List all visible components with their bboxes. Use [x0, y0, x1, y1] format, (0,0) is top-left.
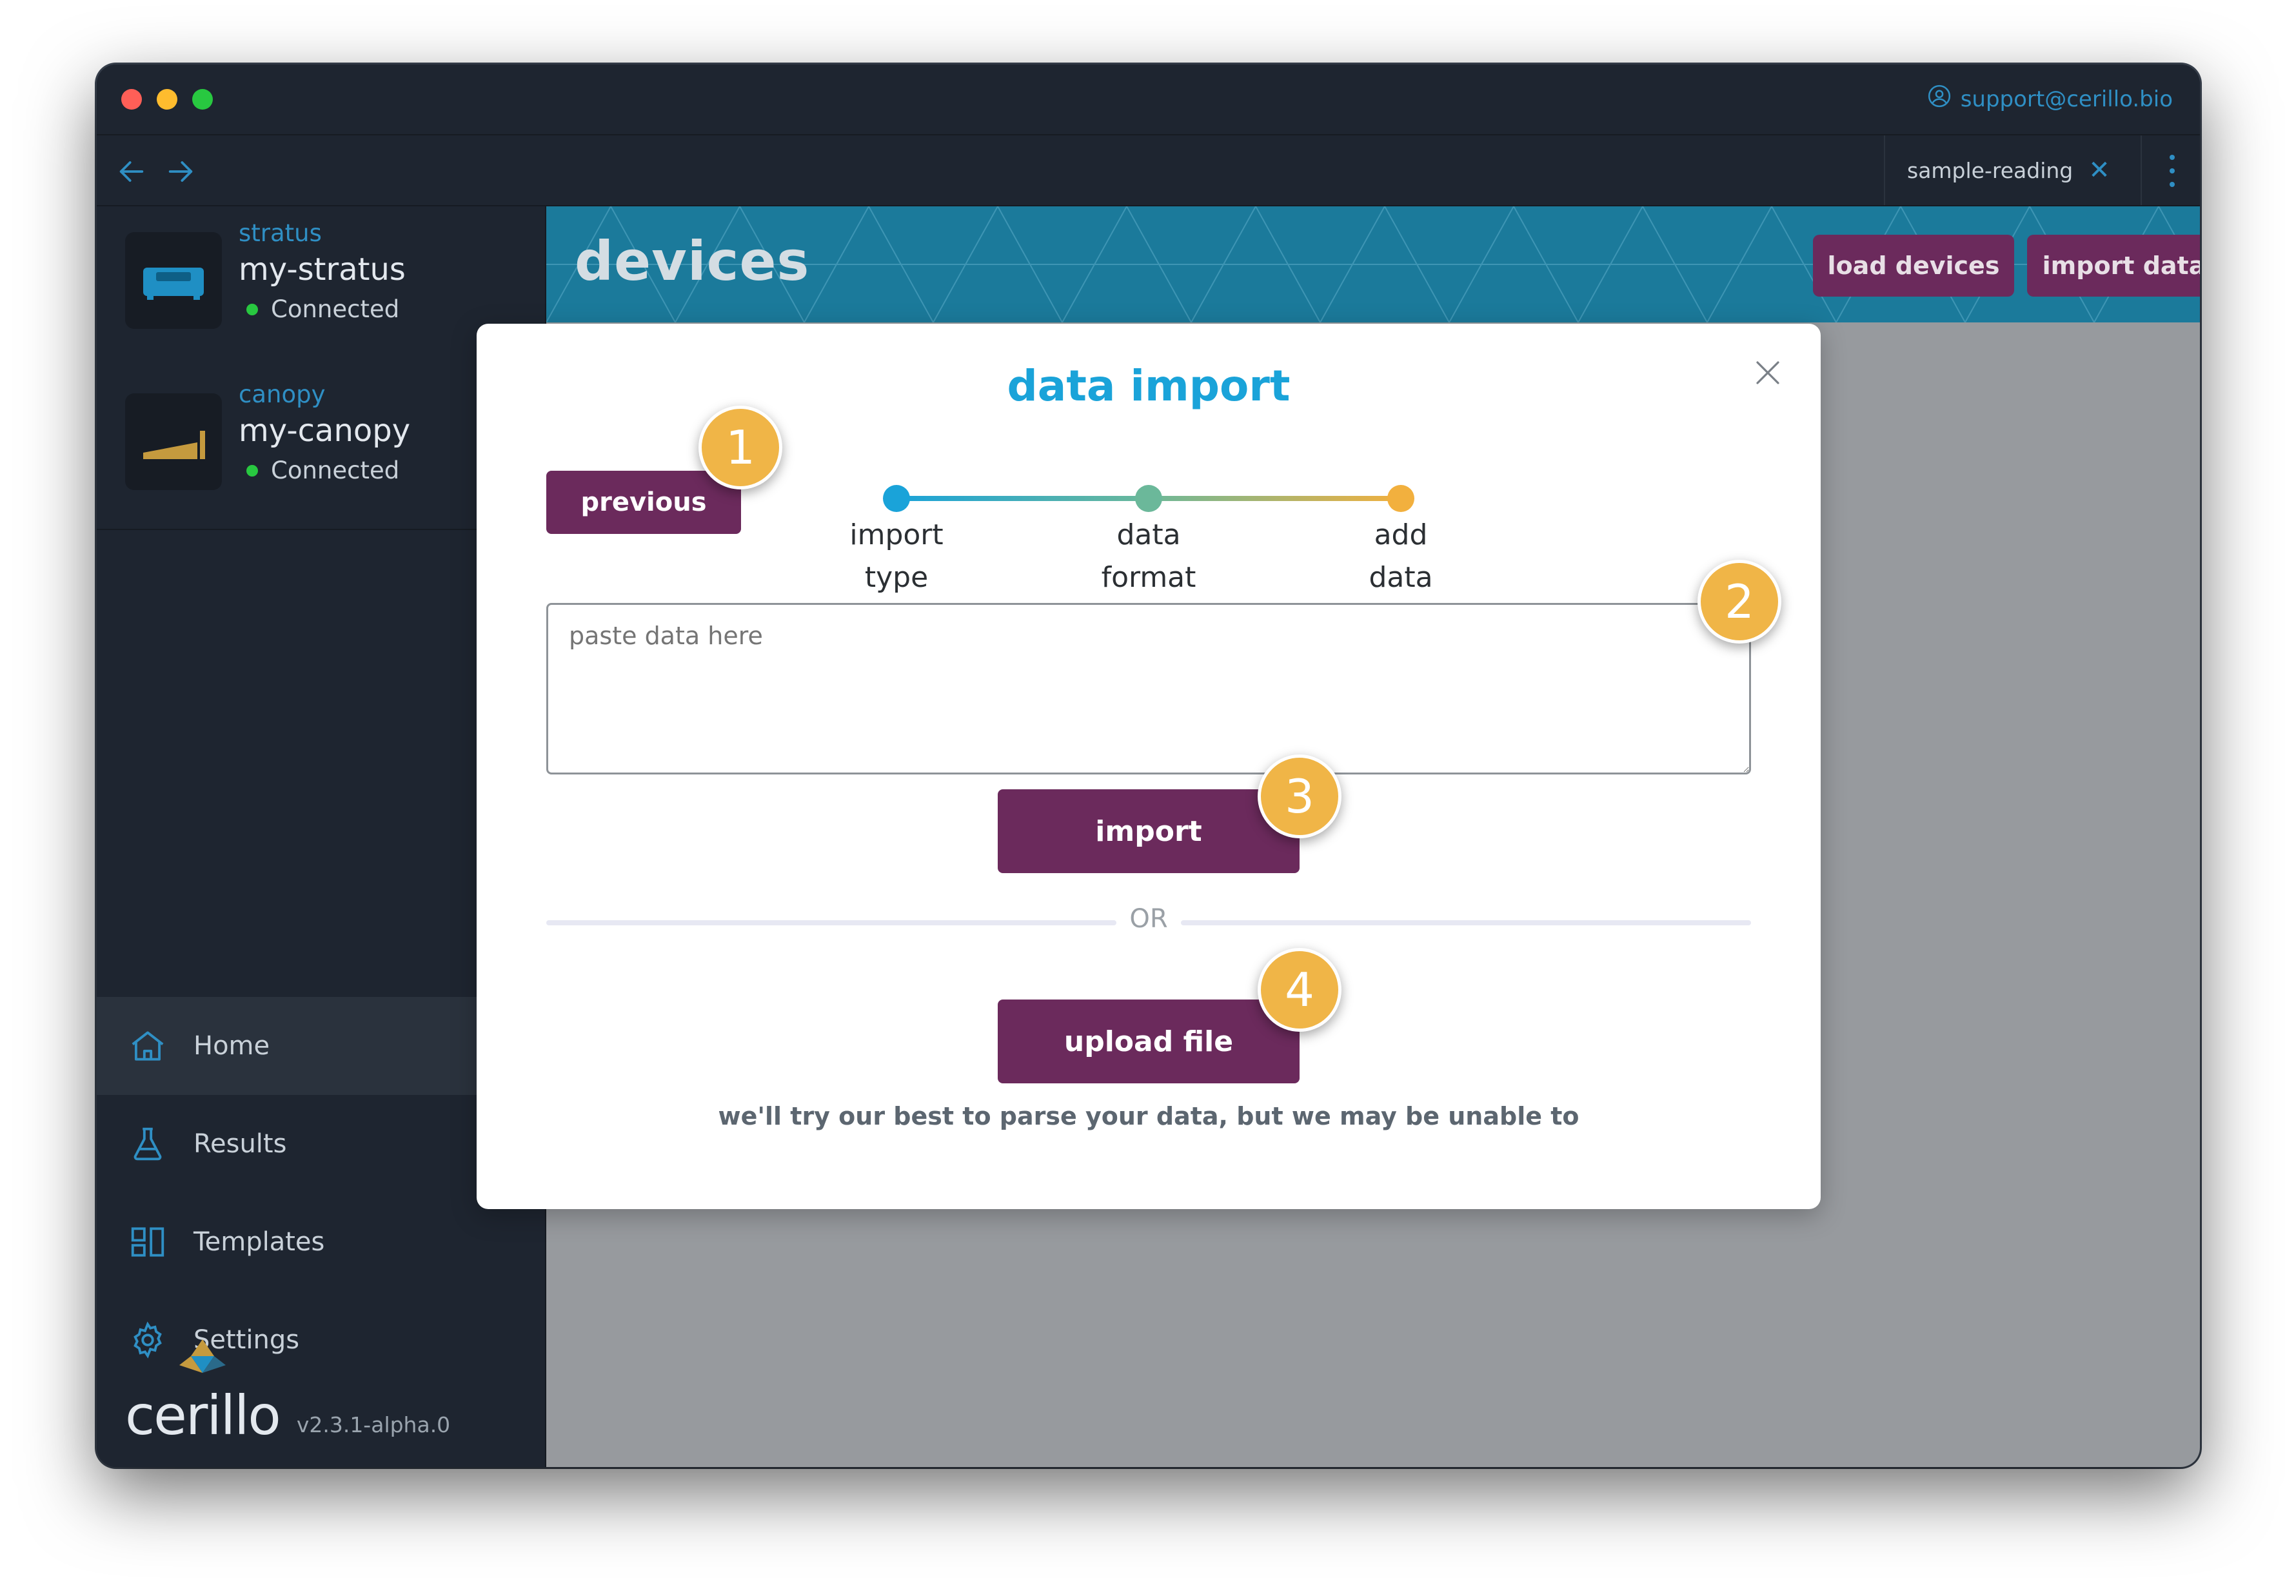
nav-bar: sample-reading ✕ — [97, 135, 2200, 206]
sidebar-item-label: Home — [193, 1031, 270, 1061]
logo-text: cerillo — [125, 1384, 281, 1447]
step-label-line1: add — [1374, 518, 1428, 551]
tab-sample-reading[interactable]: sample-reading ✕ — [1884, 135, 2142, 205]
parse-hint-text: we'll try our best to parse your data, b… — [718, 1102, 1579, 1130]
close-window-button[interactable] — [121, 89, 142, 110]
import-button[interactable]: import — [998, 789, 1300, 873]
device-status-text: Connected — [271, 457, 400, 484]
step-label-line1: import — [849, 518, 944, 551]
connected-dot-icon — [246, 464, 258, 477]
step-label-line1: data — [1116, 518, 1181, 551]
modal-title: data import — [1007, 361, 1291, 411]
step-dot-add-data[interactable] — [1387, 485, 1414, 512]
load-devices-button[interactable]: load devices — [1813, 235, 2014, 297]
device-name: my-stratus — [239, 251, 406, 288]
device-status: Connected — [239, 295, 399, 323]
device-status-text: Connected — [271, 295, 400, 323]
support-link[interactable]: support@cerillo.bio — [1927, 84, 2173, 114]
step-label-line2: format — [1101, 561, 1196, 594]
step-label-data-format: data format — [1065, 514, 1232, 599]
paste-data-textarea[interactable] — [546, 603, 1751, 774]
stratus-device-icon — [125, 232, 222, 329]
home-icon — [132, 1031, 164, 1061]
step-dot-data-format[interactable] — [1135, 485, 1162, 512]
user-circle-icon — [1927, 84, 1952, 114]
device-name: my-canopy — [239, 413, 411, 449]
device-card-canopy[interactable]: canopy my-canopy Connected — [125, 374, 525, 509]
tab-label: sample-reading — [1907, 157, 2073, 183]
app-version: v2.3.1-alpha.0 — [296, 1412, 451, 1437]
flask-icon — [134, 1127, 162, 1161]
or-label: OR — [1129, 904, 1168, 934]
device-status: Connected — [239, 457, 399, 484]
more-options-icon[interactable] — [2162, 155, 2182, 187]
title-bar: support@cerillo.bio — [97, 64, 2200, 135]
forward-arrow-icon[interactable] — [163, 153, 199, 190]
device-kind: canopy — [239, 380, 326, 408]
step-label-add-data: add data — [1317, 514, 1485, 599]
callout-badge-4: 4 — [1258, 948, 1341, 1032]
gear-icon — [134, 1321, 162, 1359]
step-label-line2: data — [1369, 561, 1433, 594]
callout-badge-3: 3 — [1258, 754, 1341, 838]
previous-button[interactable]: previous — [546, 471, 741, 534]
step-label-import-type: import type — [813, 514, 980, 599]
callout-badge-2: 2 — [1697, 560, 1781, 644]
sidebar-item-label: Templates — [193, 1227, 325, 1257]
back-arrow-icon[interactable] — [114, 153, 150, 190]
callout-badge-1: 1 — [698, 406, 782, 489]
step-label-line2: type — [864, 561, 929, 594]
page-banner: devices load devices import data — [546, 206, 2200, 322]
sidebar-item-label: Results — [193, 1129, 287, 1159]
upload-file-button[interactable]: upload file — [998, 1000, 1300, 1083]
device-card-stratus[interactable]: stratus my-stratus Connected — [125, 213, 525, 348]
import-data-button[interactable]: import data — [2027, 235, 2200, 297]
connected-dot-icon — [246, 303, 258, 315]
maximize-window-button[interactable] — [192, 89, 213, 110]
support-email: support@cerillo.bio — [1960, 86, 2173, 112]
sidebar-item-settings[interactable]: Settings — [97, 1291, 545, 1389]
minimize-window-button[interactable] — [157, 89, 177, 110]
data-import-modal: data import previous import type data fo… — [477, 324, 1821, 1209]
logo-mark-icon — [179, 1339, 226, 1373]
sidebar-item-templates[interactable]: Templates — [97, 1193, 545, 1291]
canopy-device-icon — [125, 393, 222, 490]
page-title: devices — [575, 230, 810, 293]
templates-icon — [131, 1227, 164, 1257]
brand: cerillo v2.3.1-alpha.0 — [125, 1339, 451, 1443]
cerillo-logo: cerillo — [125, 1339, 281, 1443]
step-dot-import-type[interactable] — [883, 485, 910, 512]
close-tab-icon[interactable]: ✕ — [2088, 155, 2110, 185]
device-kind: stratus — [239, 219, 322, 247]
